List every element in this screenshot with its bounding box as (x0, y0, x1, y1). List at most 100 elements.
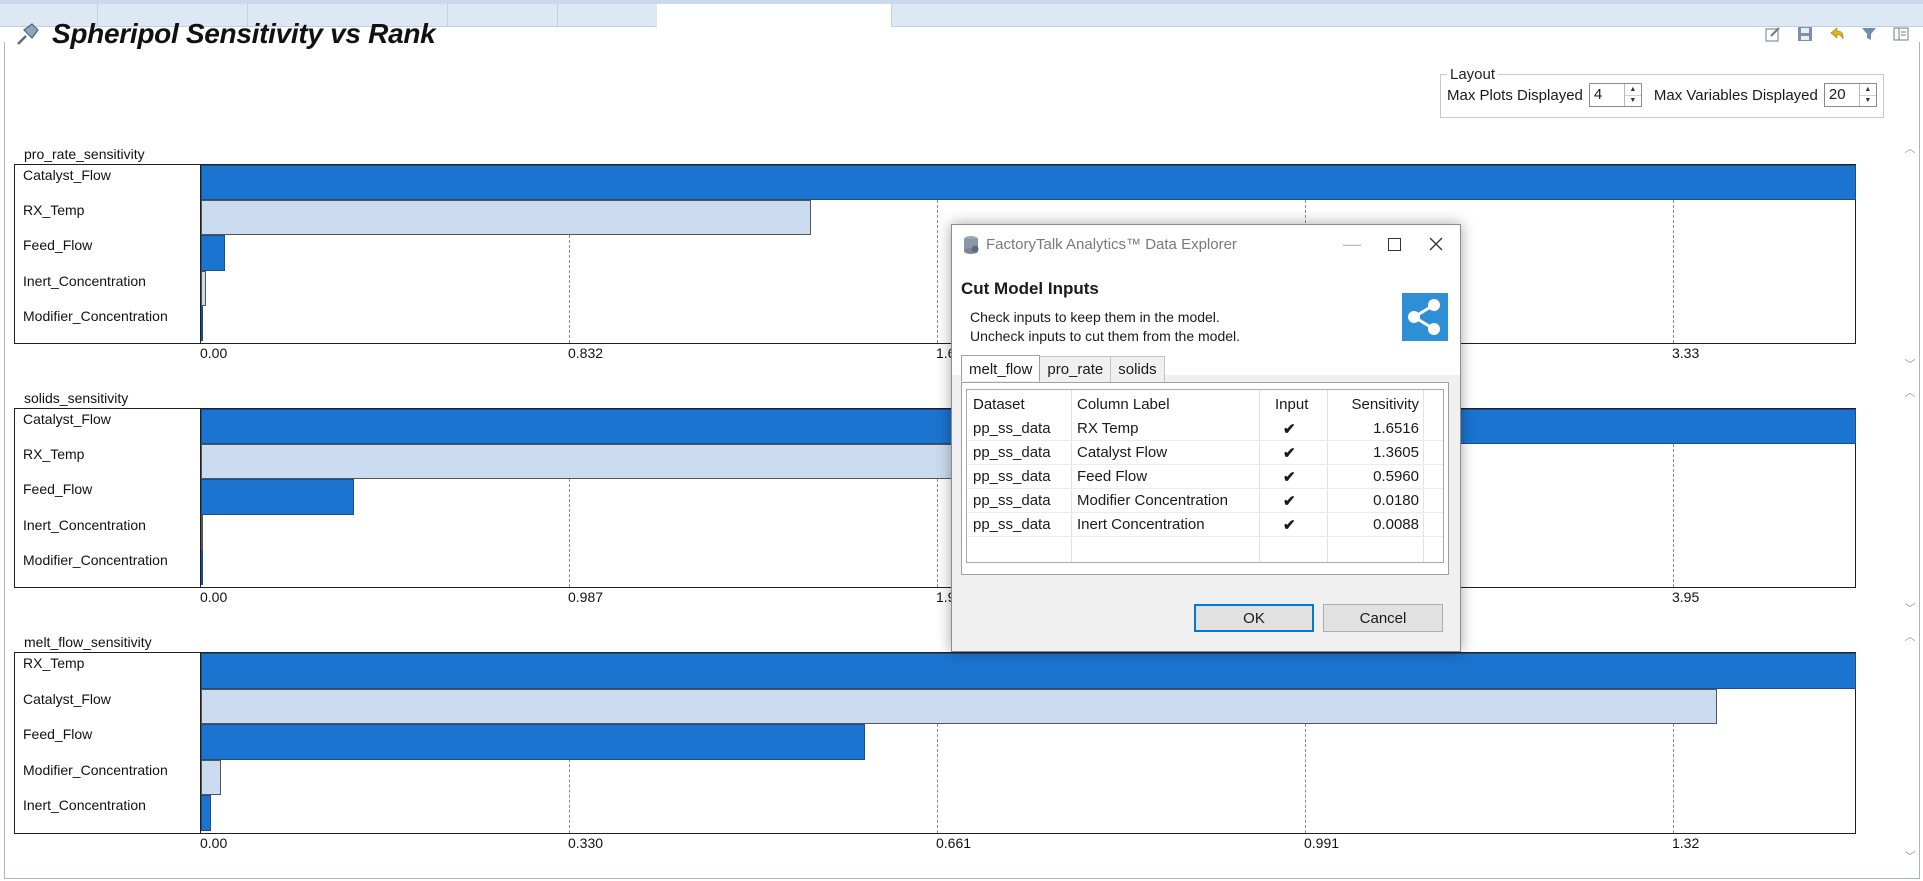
sensitivity-bar[interactable] (201, 165, 1856, 201)
sensitivity-bar[interactable] (201, 444, 984, 480)
page-header: Spheripol Sensitivity vs Rank (14, 16, 436, 52)
tab-solids[interactable]: solids (1110, 356, 1165, 382)
sensitivity-cell: 1.3605 (1373, 444, 1419, 461)
bar-label: Inert_Concentration (23, 797, 146, 814)
dataset-cell: pp_ss_data (973, 468, 1051, 485)
dialog-titlebar[interactable]: FactoryTalk Analytics™ Data Explorer — (952, 225, 1460, 265)
view-menu-icon[interactable] (1891, 24, 1911, 44)
panel-scrollbar[interactable]: ︿ ﹀ (1903, 140, 1917, 372)
minimize-icon[interactable]: — (1332, 231, 1372, 257)
sensitivity-bar[interactable] (201, 479, 354, 515)
bar-label: Modifier_Concentration (23, 551, 168, 568)
chart-title-pro-rate: pro_rate_sensitivity (24, 146, 145, 162)
max-variables-value[interactable]: 20 (1825, 84, 1859, 106)
edit-icon[interactable] (1763, 24, 1783, 44)
maximize-icon[interactable] (1374, 231, 1414, 257)
editor-tab[interactable] (557, 4, 658, 26)
ok-button[interactable]: OK (1194, 604, 1314, 632)
panel-scrollbar[interactable]: ︿ ﹀ (1903, 384, 1917, 616)
bar-label: RX_Temp (23, 202, 85, 219)
axis-tick-label: 0.00 (200, 835, 228, 851)
axis-tick-label: 1.32 (1672, 835, 1700, 851)
sensitivity-bar[interactable] (201, 200, 812, 236)
panel-scrollbar[interactable]: ︿ ﹀ (1903, 628, 1917, 864)
filter-icon[interactable] (1859, 24, 1879, 44)
bar-label: Catalyst_Flow (23, 167, 111, 183)
sensitivity-bar[interactable] (201, 688, 1717, 725)
scroll-down-icon[interactable]: ﹀ (1905, 356, 1916, 372)
axis-tick-label: 0.330 (568, 835, 604, 851)
sensitivity-bar[interactable] (201, 653, 1856, 689)
layout-group: Layout Max Plots Displayed 4 ▲ ▼ Max Vari… (1440, 66, 1884, 118)
sensitivity-bar[interactable] (201, 724, 866, 760)
axis-tick-label: 0.832 (568, 345, 604, 361)
spin-down-icon[interactable]: ▼ (1624, 94, 1641, 107)
chart-title-solids: solids_sensitivity (24, 390, 129, 406)
share-nodes-icon (1402, 293, 1448, 341)
input-checkbox[interactable]: ✔ (1283, 444, 1296, 462)
tab-melt-flow[interactable]: melt_flow (961, 355, 1041, 381)
column-header-sensitivity[interactable]: Sensitivity (1351, 396, 1419, 413)
max-plots-label: Max Plots Displayed (1447, 86, 1583, 104)
bar-label: RX_Temp (23, 446, 85, 463)
cancel-button[interactable]: Cancel (1323, 604, 1443, 632)
sensitivity-chart-melt-flow: RX_Temp Catalyst_Flow Feed_Flow Modifier_Co… (14, 652, 1856, 834)
scroll-up-icon[interactable]: ︿ (1905, 140, 1916, 156)
bar-label: Catalyst_Flow (23, 411, 111, 427)
input-checkbox[interactable]: ✔ (1283, 492, 1296, 510)
sensitivity-cell: 0.0180 (1373, 492, 1419, 509)
sensitivity-cell: 0.0088 (1373, 516, 1419, 533)
input-checkbox[interactable]: ✔ (1283, 420, 1296, 438)
sensitivity-bar[interactable] (201, 759, 222, 796)
view-toolbar (1763, 24, 1911, 44)
max-plots-spinner[interactable]: 4 ▲ ▼ (1588, 83, 1642, 107)
scroll-up-icon[interactable]: ︿ (1905, 628, 1916, 644)
sensitivity-bar[interactable] (201, 305, 203, 341)
column-header-label[interactable]: Column Label (1077, 396, 1170, 413)
row-divider (967, 536, 1443, 537)
column-header-input[interactable]: Input (1275, 396, 1308, 413)
scroll-down-icon[interactable]: ﹀ (1905, 848, 1916, 864)
inputs-table: Dataset Column Label Input Sensitivity p… (966, 389, 1444, 563)
scroll-up-icon[interactable]: ︿ (1905, 384, 1916, 400)
chart-axis-melt-flow: 0.00 0.330 0.661 0.991 1.32 (0, 835, 1923, 853)
sensitivity-bar[interactable] (201, 549, 203, 585)
spin-up-icon[interactable]: ▲ (1625, 84, 1641, 95)
axis-tick-label: 0.00 (200, 589, 228, 605)
tab-pane: Dataset Column Label Input Sensitivity p… (961, 382, 1449, 575)
sensitivity-bar[interactable] (201, 235, 226, 271)
tab-pro-rate[interactable]: pro_rate (1039, 356, 1112, 382)
dialog-tabs: melt_flow pro_rate solids (961, 355, 1165, 382)
bar-label: Inert_Concentration (23, 272, 146, 289)
input-checkbox[interactable]: ✔ (1283, 516, 1296, 534)
editor-tab[interactable] (447, 4, 558, 26)
bar-label: Feed_Flow (23, 726, 93, 743)
max-variables-spinner[interactable]: 20 ▲ ▼ (1823, 83, 1877, 107)
max-plots-value[interactable]: 4 (1590, 84, 1624, 106)
column-label-cell: RX Temp (1077, 420, 1139, 437)
spin-up-icon[interactable]: ▲ (1860, 84, 1876, 95)
bar-label: Feed_Flow (23, 481, 93, 498)
editor-tab-active[interactable] (657, 4, 892, 27)
scroll-down-icon[interactable]: ﹀ (1905, 600, 1916, 616)
cut-model-inputs-dialog: FactoryTalk Analytics™ Data Explorer — C… (951, 224, 1461, 652)
spin-down-icon[interactable]: ▼ (1859, 94, 1876, 107)
undo-icon[interactable] (1827, 24, 1847, 44)
row-divider (967, 488, 1443, 489)
column-label-cell: Catalyst Flow (1077, 444, 1168, 461)
sensitivity-bar[interactable] (201, 795, 211, 831)
column-header-dataset[interactable]: Dataset (973, 396, 1025, 413)
row-divider (967, 440, 1443, 441)
sensitivity-bar[interactable] (201, 514, 204, 550)
close-icon[interactable] (1416, 231, 1456, 257)
page-title: Spheripol Sensitivity vs Rank (52, 18, 436, 49)
dataset-cell: pp_ss_data (973, 492, 1051, 509)
input-checkbox[interactable]: ✔ (1283, 468, 1296, 486)
dialog-window-title: FactoryTalk Analytics™ Data Explorer (986, 236, 1237, 253)
axis-tick-label: 0.00 (200, 345, 228, 361)
bar-label: Inert_Concentration (23, 516, 146, 533)
pushpin-icon (17, 23, 39, 45)
sensitivity-bar[interactable] (201, 270, 207, 306)
dataset-cell: pp_ss_data (973, 516, 1051, 533)
save-icon[interactable] (1795, 24, 1815, 44)
